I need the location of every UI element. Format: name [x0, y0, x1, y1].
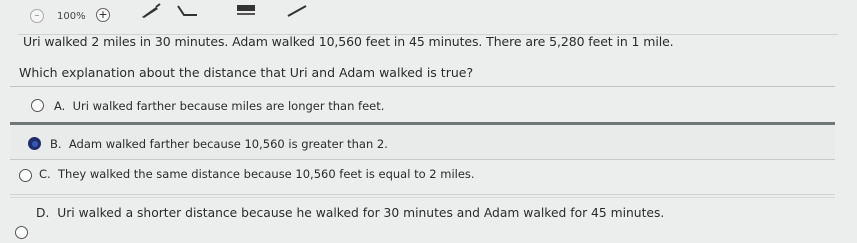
toolbar: – 100% + [0, 0, 857, 34]
radio-button-d[interactable] [15, 226, 28, 239]
eraser-icon[interactable] [286, 3, 310, 19]
question-stem: Uri walked 2 miles in 30 minutes. Adam w… [23, 34, 674, 49]
pen-icon[interactable] [140, 3, 162, 19]
option-c[interactable]: C. They walked the same distance because… [10, 158, 835, 195]
option-a[interactable]: A. Uri walked farther because miles are … [10, 86, 835, 123]
line-icon[interactable] [175, 3, 199, 19]
option-b[interactable]: B. Adam walked farther because 10,560 is… [10, 122, 835, 160]
zoom-level: 100% [57, 11, 86, 22]
radio-button-a[interactable] [31, 99, 44, 112]
option-a-label: A. Uri walked farther because miles are … [54, 99, 385, 113]
zoom-out-icon[interactable]: – [30, 9, 44, 23]
question-prompt: Which explanation about the distance tha… [19, 65, 474, 80]
radio-button-b[interactable] [28, 137, 41, 150]
option-b-label: B. Adam walked farther because 10,560 is… [50, 137, 388, 151]
radio-button-c[interactable] [19, 169, 32, 182]
highlighter-icon[interactable] [235, 3, 257, 19]
option-d[interactable]: D. Uri walked a shorter distance because… [10, 197, 835, 239]
zoom-in-icon[interactable]: + [96, 8, 110, 22]
option-d-label: D. Uri walked a shorter distance because… [36, 206, 665, 220]
option-c-label: C. They walked the same distance because… [39, 167, 475, 181]
